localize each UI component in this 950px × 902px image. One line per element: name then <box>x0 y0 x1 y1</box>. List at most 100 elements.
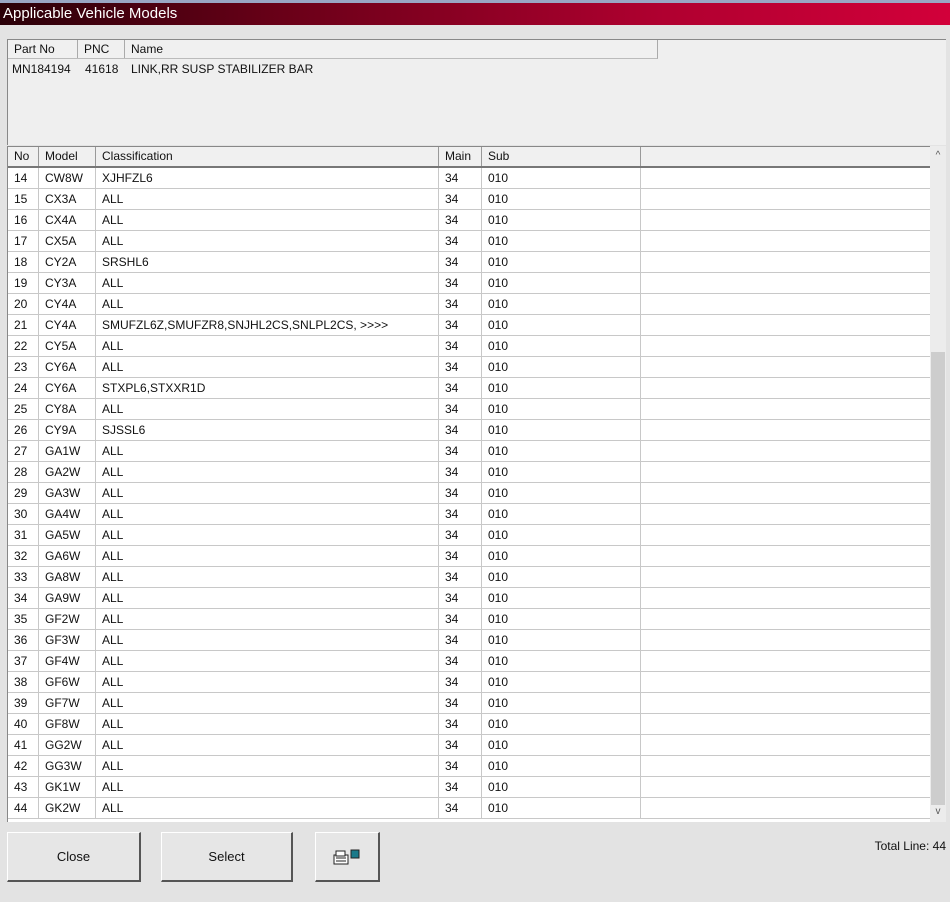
col-main[interactable]: Main <box>439 147 482 166</box>
row-sub: 010 <box>482 315 641 335</box>
row-no: 27 <box>8 441 39 461</box>
table-row[interactable]: 30 GA4W ALL 34 010 <box>8 504 930 525</box>
row-blank <box>641 609 930 629</box>
vertical-scrollbar[interactable]: ^ v <box>930 146 946 822</box>
scroll-up-icon[interactable]: ^ <box>930 148 946 164</box>
row-no: 26 <box>8 420 39 440</box>
table-row[interactable]: 39 GF7W ALL 34 010 <box>8 693 930 714</box>
row-no: 22 <box>8 336 39 356</box>
row-model: GA9W <box>39 588 96 608</box>
row-classification: ALL <box>96 294 439 314</box>
row-blank <box>641 357 930 377</box>
table-row[interactable]: 25 CY8A ALL 34 010 <box>8 399 930 420</box>
table-row[interactable]: 22 CY5A ALL 34 010 <box>8 336 930 357</box>
row-no: 17 <box>8 231 39 251</box>
table-row[interactable]: 41 GG2W ALL 34 010 <box>8 735 930 756</box>
row-main: 34 <box>439 273 482 293</box>
row-no: 33 <box>8 567 39 587</box>
table-row[interactable]: 28 GA2W ALL 34 010 <box>8 462 930 483</box>
row-no: 24 <box>8 378 39 398</box>
row-blank <box>641 294 930 314</box>
table-row[interactable]: 40 GF8W ALL 34 010 <box>8 714 930 735</box>
scroll-thumb[interactable] <box>931 352 945 805</box>
row-main: 34 <box>439 756 482 776</box>
table-row[interactable]: 20 CY4A ALL 34 010 <box>8 294 930 315</box>
table-row[interactable]: 21 CY4A SMUFZL6Z,SMUFZR8,SNJHL2CS,SNLPL2CS… <box>8 315 930 336</box>
table-row[interactable]: 23 CY6A ALL 34 010 <box>8 357 930 378</box>
row-sub: 010 <box>482 441 641 461</box>
row-sub: 010 <box>482 651 641 671</box>
table-row[interactable]: 34 GA9W ALL 34 010 <box>8 588 930 609</box>
table-row[interactable]: 29 GA3W ALL 34 010 <box>8 483 930 504</box>
row-sub: 010 <box>482 735 641 755</box>
row-no: 14 <box>8 168 39 188</box>
table-row[interactable]: 16 CX4A ALL 34 010 <box>8 210 930 231</box>
row-no: 34 <box>8 588 39 608</box>
row-classification: ALL <box>96 672 439 692</box>
row-model: CY6A <box>39 378 96 398</box>
table-row[interactable]: 18 CY2A SRSHL6 34 010 <box>8 252 930 273</box>
part-info-panel: Part No PNC Name MN184194 41618 LINK,RR … <box>7 39 946 145</box>
row-sub: 010 <box>482 273 641 293</box>
row-main: 34 <box>439 294 482 314</box>
table-row[interactable]: 31 GA5W ALL 34 010 <box>8 525 930 546</box>
table-row[interactable]: 44 GK2W ALL 34 010 <box>8 798 930 819</box>
table-row[interactable]: 33 GA8W ALL 34 010 <box>8 567 930 588</box>
table-row[interactable]: 32 GA6W ALL 34 010 <box>8 546 930 567</box>
col-blank <box>641 147 930 166</box>
col-pnc[interactable]: PNC <box>78 40 125 58</box>
col-classification[interactable]: Classification <box>96 147 439 166</box>
row-no: 28 <box>8 462 39 482</box>
row-main: 34 <box>439 693 482 713</box>
table-row[interactable]: 15 CX3A ALL 34 010 <box>8 189 930 210</box>
row-model: CY5A <box>39 336 96 356</box>
col-sub[interactable]: Sub <box>482 147 641 166</box>
row-sub: 010 <box>482 588 641 608</box>
scroll-down-icon[interactable]: v <box>930 804 946 820</box>
table-row[interactable]: 19 CY3A ALL 34 010 <box>8 273 930 294</box>
row-sub: 010 <box>482 189 641 209</box>
row-classification: ALL <box>96 336 439 356</box>
table-row[interactable]: 43 GK1W ALL 34 010 <box>8 777 930 798</box>
col-name[interactable]: Name <box>125 40 657 58</box>
col-no[interactable]: No <box>8 147 39 166</box>
row-main: 34 <box>439 567 482 587</box>
row-blank <box>641 693 930 713</box>
select-button[interactable]: Select <box>161 832 293 882</box>
table-row[interactable]: 27 GA1W ALL 34 010 <box>8 441 930 462</box>
table-row[interactable]: 35 GF2W ALL 34 010 <box>8 609 930 630</box>
row-blank <box>641 441 930 461</box>
close-button[interactable]: Close <box>7 832 141 882</box>
row-main: 34 <box>439 588 482 608</box>
print-button[interactable] <box>315 832 380 882</box>
row-no: 40 <box>8 714 39 734</box>
table-row[interactable]: 38 GF6W ALL 34 010 <box>8 672 930 693</box>
table-row[interactable]: 17 CX5A ALL 34 010 <box>8 231 930 252</box>
row-no: 35 <box>8 609 39 629</box>
printer-icon <box>333 849 360 865</box>
table-row[interactable]: 14 CW8W XJHFZL6 34 010 <box>8 168 930 189</box>
row-blank <box>641 672 930 692</box>
row-no: 20 <box>8 294 39 314</box>
row-no: 19 <box>8 273 39 293</box>
row-sub: 010 <box>482 672 641 692</box>
col-part-no[interactable]: Part No <box>8 40 78 58</box>
table-row[interactable]: 24 CY6A STXPL6,STXXR1D 34 010 <box>8 378 930 399</box>
row-model: CW8W <box>39 168 96 188</box>
row-main: 34 <box>439 798 482 818</box>
row-model: GF2W <box>39 609 96 629</box>
table-row[interactable]: 36 GF3W ALL 34 010 <box>8 630 930 651</box>
table-row[interactable]: 42 GG3W ALL 34 010 <box>8 756 930 777</box>
part-row[interactable]: MN184194 41618 LINK,RR SUSP STABILIZER B… <box>8 59 946 79</box>
table-row[interactable]: 37 GF4W ALL 34 010 <box>8 651 930 672</box>
row-sub: 010 <box>482 609 641 629</box>
row-main: 34 <box>439 462 482 482</box>
row-no: 29 <box>8 483 39 503</box>
row-sub: 010 <box>482 525 641 545</box>
row-blank <box>641 735 930 755</box>
row-blank <box>641 525 930 545</box>
table-row[interactable]: 26 CY9A SJSSL6 34 010 <box>8 420 930 441</box>
row-classification: ALL <box>96 777 439 797</box>
col-model[interactable]: Model <box>39 147 96 166</box>
row-sub: 010 <box>482 357 641 377</box>
